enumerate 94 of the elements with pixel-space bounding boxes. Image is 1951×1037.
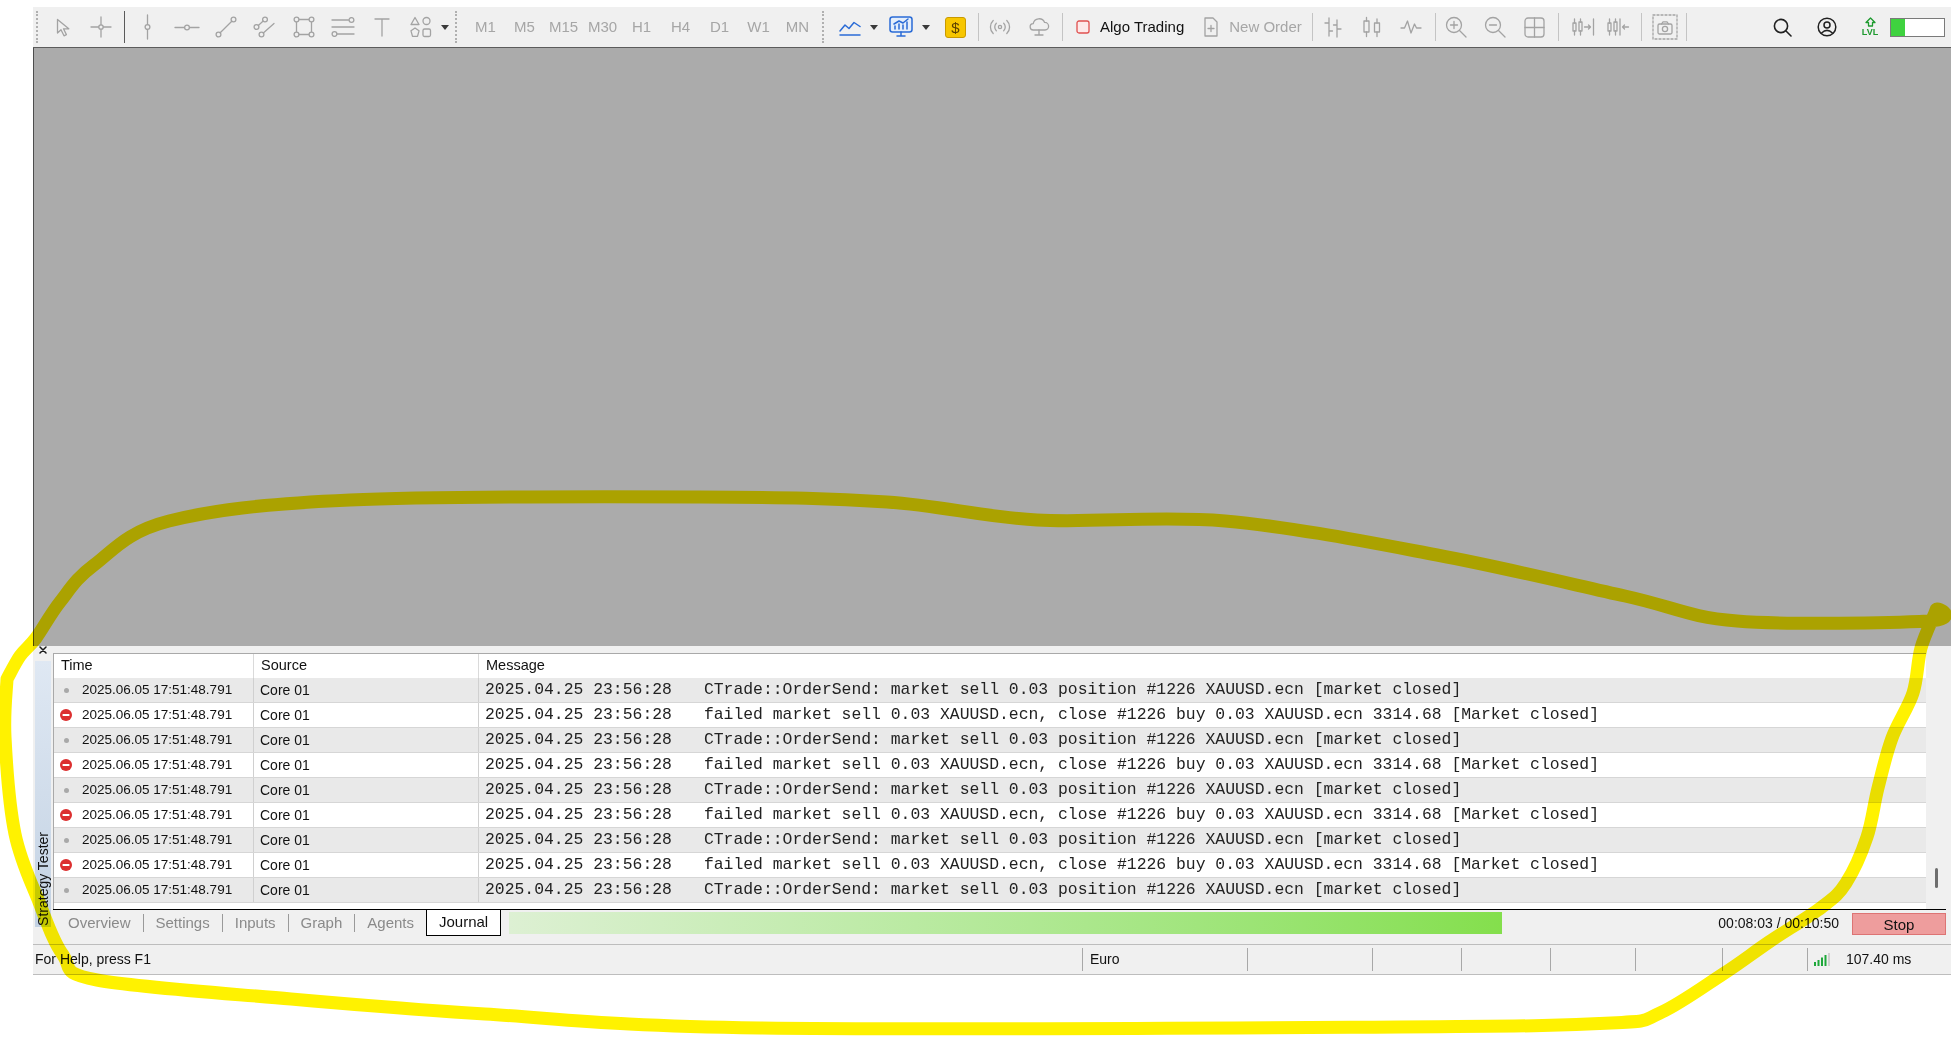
timestamp-text: 2025.06.05 17:51:48.791: [82, 855, 233, 874]
error-icon: [60, 759, 72, 771]
zoom-in-icon[interactable]: [1445, 16, 1468, 38]
bar-chart-icon[interactable]: [1323, 16, 1344, 38]
message-timestamp: 2025.04.25 23:56:28: [485, 878, 672, 901]
source-text: Core 01: [260, 680, 310, 700]
log-row[interactable]: 2025.06.05 17:51:48.791 Core 01 2025.04.25 23:56:28 failed market sell 0.03 XAUUSD.ecn, close #1226 buy 0.03 XAUUSD.ecn 3314.68 [Market closed]: [54, 803, 1926, 828]
cloud-icon[interactable]: [1027, 17, 1051, 37]
info-dot-icon: [63, 737, 69, 743]
timestamp-text: 2025.06.05 17:51:48.791: [82, 880, 233, 899]
up-arrow-icon[interactable]: [1864, 17, 1876, 27]
tab[interactable]: Journal: [426, 910, 502, 936]
timestamp-text: 2025.06.05 17:51:48.791: [82, 805, 233, 824]
search-icon[interactable]: [1773, 17, 1792, 37]
source-text: Core 01: [260, 855, 310, 875]
info-dot-icon: [63, 837, 69, 843]
crosshair-icon[interactable]: [90, 16, 112, 38]
source-text: Core 01: [260, 730, 310, 750]
profile-text: Euro: [1090, 950, 1120, 969]
column-header[interactable]: Message: [479, 654, 1926, 678]
ping-text: 107.40 ms: [1846, 950, 1912, 969]
source-text: Core 01: [260, 755, 310, 775]
message-text: CTrade::OrderSend: market sell 0.03 position #1226 XAUUSD.ecn [market closed]: [703, 778, 1462, 801]
message-timestamp: 2025.04.25 23:56:28: [485, 728, 672, 751]
info-dot-icon: [63, 687, 69, 693]
timestamp-text: 2025.06.05 17:51:48.791: [82, 730, 233, 749]
shapes-icon[interactable]: [409, 16, 432, 38]
grid-icon[interactable]: [1523, 16, 1545, 38]
message-text: CTrade::OrderSend: market sell 0.03 position #1226 XAUUSD.ecn [market closed]: [703, 828, 1462, 851]
log-row[interactable]: 2025.06.05 17:51:48.791 Core 01 2025.04.25 23:56:28 failed market sell 0.03 XAUUSD.ecn, close #1226 buy 0.03 XAUUSD.ecn 3314.68 [Market closed]: [54, 753, 1926, 778]
algo-trading-button[interactable]: Algo Trading: [1070, 12, 1191, 42]
timestamp-text: 2025.06.05 17:51:48.791: [82, 705, 233, 724]
account-icon[interactable]: [1817, 17, 1837, 37]
screenshot-camera-icon[interactable]: [1652, 14, 1679, 40]
log-row[interactable]: 2025.06.05 17:51:48.791 Core 01 2025.04.25 23:56:28 CTrade::OrderSend: market sell 0.03 position #1226 XAUUSD.ecn [market closed]: [54, 778, 1926, 803]
message-timestamp: 2025.04.25 23:56:28: [485, 778, 672, 801]
fibonacci-lines-icon[interactable]: [330, 17, 355, 37]
message-timestamp: 2025.04.25 23:56:28: [485, 753, 672, 776]
dropdown-caret-icon[interactable]: [870, 24, 878, 30]
timestamp-text: 2025.06.05 17:51:48.791: [82, 830, 233, 849]
message-timestamp: 2025.04.25 23:56:28: [485, 828, 672, 851]
log-row[interactable]: 2025.06.05 17:51:48.791 Core 01 2025.04.25 23:56:28 CTrade::OrderSend: market sell 0.03 position #1226 XAUUSD.ecn [market closed]: [54, 678, 1926, 703]
message-text: CTrade::OrderSend: market sell 0.03 position #1226 XAUUSD.ecn [market closed]: [703, 728, 1462, 751]
rectangle-tool-icon[interactable]: [292, 16, 315, 38]
message-text: failed market sell 0.03 XAUUSD.ecn, close #1226 buy 0.03 XAUUSD.ecn 3314.68 [Market closed]: [703, 753, 1599, 776]
message-text: CTrade::OrderSend: market sell 0.03 position #1226 XAUUSD.ecn [market closed]: [703, 878, 1462, 901]
source-text: Core 01: [260, 830, 310, 850]
info-dot-icon: [63, 787, 69, 793]
timestamp-text: 2025.06.05 17:51:48.791: [82, 755, 233, 774]
chart-monitor-icon[interactable]: [889, 16, 913, 38]
stop-square-icon[interactable]: [1076, 20, 1090, 34]
horizontal-line-icon[interactable]: [173, 23, 200, 31]
message-timestamp: 2025.04.25 23:56:28: [485, 678, 672, 701]
source-text: Core 01: [260, 880, 310, 900]
vertical-line-icon[interactable]: [144, 14, 151, 40]
source-text: Core 01: [260, 705, 310, 725]
message-text: CTrade::OrderSend: market sell 0.03 position #1226 XAUUSD.ecn [market closed]: [703, 678, 1462, 701]
log-row[interactable]: 2025.06.05 17:51:48.791 Core 01 2025.04.25 23:56:28 failed market sell 0.03 XAUUSD.ecn, close #1226 buy 0.03 XAUUSD.ecn 3314.68 [Market closed]: [54, 703, 1926, 728]
cursor-arrow-icon[interactable]: [55, 17, 71, 37]
log-row[interactable]: 2025.06.05 17:51:48.791 Core 01 2025.04.25 23:56:28 CTrade::OrderSend: market sell 0.03 position #1226 XAUUSD.ecn [market closed]: [54, 728, 1926, 753]
text-tool-icon[interactable]: [373, 17, 390, 37]
message-text: failed market sell 0.03 XAUUSD.ecn, close #1226 buy 0.03 XAUUSD.ecn 3314.68 [Market closed]: [703, 803, 1599, 826]
dollar-button[interactable]: $: [945, 16, 966, 38]
info-dot-icon: [63, 887, 69, 893]
log-row[interactable]: 2025.06.05 17:51:48.791 Core 01 2025.04.25 23:56:28 CTrade::OrderSend: market sell 0.03 position #1226 XAUUSD.ecn [market closed]: [54, 828, 1926, 853]
error-icon: [60, 809, 72, 821]
error-icon: [60, 709, 72, 721]
candlestick-icon[interactable]: [1362, 16, 1383, 38]
source-text: Core 01: [260, 780, 310, 800]
dropdown-caret-icon[interactable]: [922, 24, 930, 30]
dropdown-caret-icon[interactable]: [441, 24, 449, 30]
message-timestamp: 2025.04.25 23:56:28: [485, 853, 672, 876]
error-icon: [60, 859, 72, 871]
message-timestamp: 2025.04.25 23:56:28: [485, 703, 672, 726]
timestamp-text: 2025.06.05 17:51:48.791: [82, 780, 233, 799]
scroll-right-icon[interactable]: [1571, 17, 1596, 37]
scrollbar-thumb[interactable]: [1935, 868, 1938, 888]
log-row[interactable]: 2025.06.05 17:51:48.791 Core 01 2025.04.25 23:56:28 CTrade::OrderSend: market sell 0.03 position #1226 XAUUSD.ecn [market closed]: [54, 878, 1926, 903]
timestamp-text: 2025.06.05 17:51:48.791: [82, 680, 233, 699]
zigzag-line-icon[interactable]: [1400, 19, 1423, 35]
zoom-out-icon[interactable]: [1484, 16, 1507, 38]
broadcast-signal-icon[interactable]: [988, 19, 1012, 35]
signal-bars-icon: [1814, 953, 1830, 966]
message-timestamp: 2025.04.25 23:56:28: [485, 803, 672, 826]
close-icon[interactable]: [39, 646, 47, 654]
parallel-lines-icon[interactable]: [252, 16, 277, 38]
trend-line-icon[interactable]: [214, 16, 237, 38]
message-text: failed market sell 0.03 XAUUSD.ecn, close #1226 buy 0.03 XAUUSD.ecn 3314.68 [Market closed]: [703, 703, 1599, 726]
stop-button[interactable]: Stop: [1852, 913, 1946, 935]
source-text: Core 01: [260, 805, 310, 825]
log-row[interactable]: 2025.06.05 17:51:48.791 Core 01 2025.04.25 23:56:28 failed market sell 0.03 XAUUSD.ecn, close #1226 buy 0.03 XAUUSD.ecn 3314.68 [Market closed]: [54, 853, 1926, 878]
level-label: LVL: [1861, 27, 1879, 37]
message-text: failed market sell 0.03 XAUUSD.ecn, close #1226 buy 0.03 XAUUSD.ecn 3314.68 [Market closed]: [703, 853, 1599, 876]
shift-left-icon[interactable]: [1606, 17, 1631, 37]
